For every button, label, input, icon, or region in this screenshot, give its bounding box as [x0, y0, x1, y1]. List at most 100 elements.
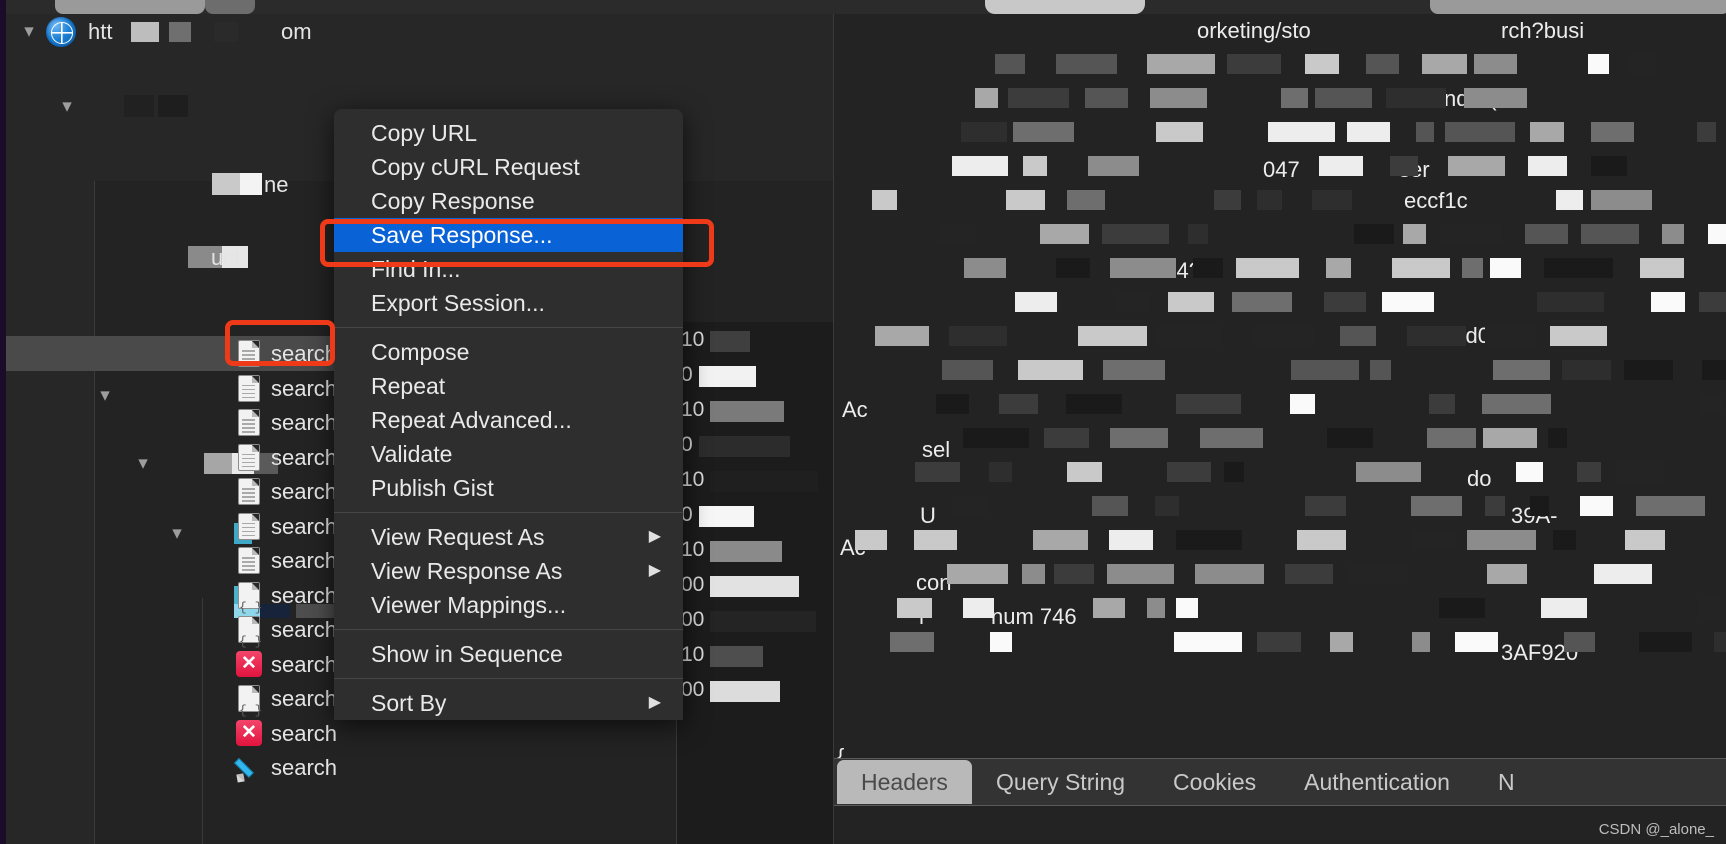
- redaction-block: [1224, 462, 1244, 482]
- menu-item-show-in-sequence[interactable]: Show in Sequence: [334, 637, 683, 671]
- redaction-block: [1155, 496, 1179, 516]
- menu-item-export-session[interactable]: Export Session...: [334, 286, 683, 320]
- response-text-fragment: do: [1467, 466, 1492, 491]
- chrome-tab-blob-2[interactable]: [205, 0, 255, 14]
- menu-item-label: Publish Gist: [371, 475, 494, 501]
- chrome-tab-blob-3[interactable]: [985, 0, 1145, 14]
- redaction-block: [1628, 54, 1656, 74]
- request-list-item-label: search: [271, 617, 338, 642]
- menu-item-view-response-as[interactable]: View Response As ▶: [334, 554, 683, 588]
- request-context-menu[interactable]: Copy URL Copy cURL Request Copy Response Sa…: [334, 109, 683, 720]
- status-cell: 00: [677, 672, 833, 707]
- redaction-block: [1056, 54, 1118, 74]
- menu-item-save-response[interactable]: Save Response...: [334, 218, 683, 252]
- redaction-block: [1285, 564, 1333, 584]
- redaction-block: [896, 598, 932, 618]
- redaction-block: [1702, 360, 1726, 380]
- menu-item-publish-gist[interactable]: Publish Gist: [334, 471, 683, 505]
- redaction-block: [1032, 530, 1089, 550]
- redaction-block: [964, 258, 1007, 278]
- request-list-item-label: search: [271, 479, 338, 504]
- status-cell-value: 00: [681, 678, 705, 701]
- request-list-item-label: search: [271, 375, 338, 401]
- menu-item-compose[interactable]: Compose: [334, 335, 683, 369]
- redaction-block: [1541, 598, 1588, 618]
- menu-item-copy-url[interactable]: Copy URL: [334, 116, 683, 150]
- menu-item-label: Copy cURL Request: [371, 154, 580, 180]
- redaction-block: [1329, 632, 1354, 652]
- error-icon: ✕: [236, 650, 262, 677]
- redaction-block: [1485, 326, 1538, 346]
- menu-item-validate[interactable]: Validate: [334, 437, 683, 471]
- redaction-block: [1077, 326, 1147, 346]
- chrome-tab-blob-4[interactable]: [1430, 0, 1726, 14]
- tab-query-string[interactable]: Query String: [972, 760, 1149, 804]
- request-list-item-label: search: [271, 651, 338, 677]
- redaction-block: [1214, 190, 1241, 210]
- response-text-fragment: U: [920, 503, 936, 528]
- request-list-item[interactable]: ✕ search: [6, 716, 682, 751]
- tab-authentication[interactable]: Authentication: [1280, 760, 1474, 804]
- redaction-block: [1550, 326, 1607, 346]
- redaction-block: [1055, 258, 1090, 278]
- request-list-item[interactable]: search: [6, 750, 682, 785]
- redaction-block: [1590, 122, 1635, 142]
- redaction-block: [1311, 190, 1352, 210]
- redaction-block: [1066, 190, 1105, 210]
- tree-root-row[interactable]: htt om: [6, 14, 833, 49]
- menu-item-copy-response[interactable]: Copy Response: [334, 184, 683, 218]
- menu-item-view-request-as[interactable]: View Request As ▶: [334, 520, 683, 554]
- status-cell: 0: [677, 427, 833, 462]
- status-cell: 00: [677, 602, 833, 637]
- chevron-down-icon[interactable]: [56, 89, 78, 124]
- menu-item-sort-by[interactable]: Sort By ▶: [334, 686, 683, 720]
- redaction-block: [1411, 632, 1431, 652]
- redaction-block: [1149, 88, 1208, 108]
- menu-item-repeat[interactable]: Repeat: [334, 369, 683, 403]
- redaction-block: [1013, 122, 1075, 142]
- submenu-arrow-icon: ▶: [648, 562, 661, 579]
- request-detail-panel[interactable]: orketing/storch?busindW(047sereccf1cJeb4…: [833, 14, 1726, 844]
- folder-icon: [84, 94, 118, 120]
- menu-item-label: View Response As: [371, 558, 563, 584]
- detail-tab-bar[interactable]: Headers Query String Cookies Authenticat…: [834, 758, 1726, 806]
- request-list-item-label: search: [271, 582, 338, 608]
- redaction-block: [1529, 496, 1550, 516]
- redaction-block: [1402, 224, 1426, 244]
- redaction-block: [1529, 122, 1564, 142]
- request-status-column: 10 0 10 0 10 0 10 00 00 10 00: [676, 322, 833, 844]
- menu-item-label: Repeat Advanced...: [371, 407, 572, 433]
- menu-item-repeat-advanced[interactable]: Repeat Advanced...: [334, 403, 683, 437]
- menu-item-viewer-mappings[interactable]: Viewer Mappings...: [334, 588, 683, 622]
- redaction-block: [871, 190, 897, 210]
- redaction-block: [1381, 292, 1434, 312]
- chrome-tab-blob-1[interactable]: [55, 0, 205, 14]
- redaction-block: [1439, 224, 1502, 244]
- request-list-item-label: search: [271, 548, 338, 573]
- redaction-block: [1406, 326, 1466, 346]
- tab-cookies[interactable]: Cookies: [1149, 760, 1280, 804]
- json-icon: { }: [238, 581, 262, 615]
- window-chrome-strip: [0, 0, 1726, 14]
- menu-item-copy-curl-request[interactable]: Copy cURL Request: [334, 150, 683, 184]
- menu-item-find-in[interactable]: Find In...: [334, 252, 683, 286]
- status-cell: 10: [677, 392, 833, 427]
- redaction-block: [939, 224, 977, 244]
- redaction-block: [1485, 496, 1506, 516]
- redaction-block: [1175, 530, 1242, 550]
- document-icon: [238, 374, 260, 402]
- redaction-block: [1591, 156, 1628, 176]
- redaction-block: [710, 471, 819, 492]
- redaction-block: [1290, 394, 1316, 414]
- redaction-block: [1548, 428, 1568, 448]
- redaction-block: [1296, 530, 1346, 550]
- redaction-block: [1347, 122, 1391, 142]
- redaction-block: [949, 326, 1008, 346]
- chevron-down-icon[interactable]: [18, 14, 40, 49]
- redaction-block: [855, 530, 888, 550]
- menu-item-label: Find In...: [371, 256, 461, 282]
- tab-headers[interactable]: Headers: [837, 760, 972, 804]
- tab-overflow[interactable]: N: [1474, 760, 1539, 804]
- redaction-block: [1022, 564, 1046, 584]
- redaction-block: [1422, 54, 1468, 74]
